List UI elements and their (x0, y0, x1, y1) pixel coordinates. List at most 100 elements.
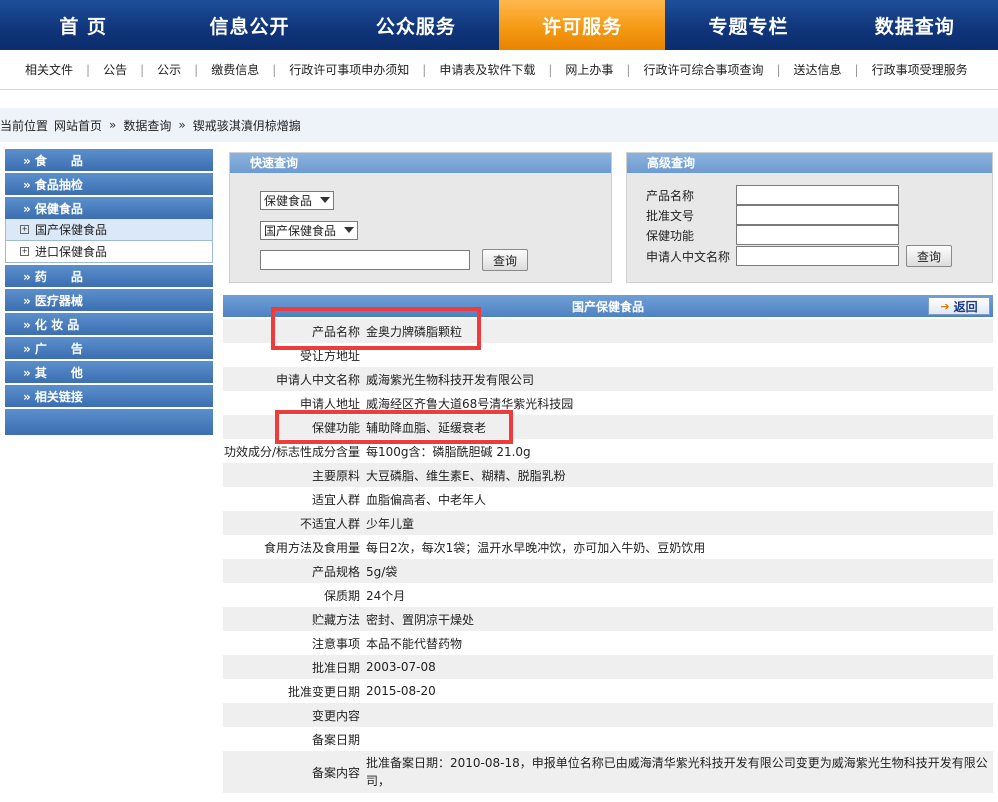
separator: | (272, 62, 277, 77)
field-label: 受让方地址 (299, 348, 360, 363)
separator: | (194, 62, 199, 77)
field-value: 血脂偏高者、中老年人 (366, 492, 487, 507)
separator: | (422, 62, 427, 77)
field-label: 变更内容 (311, 708, 360, 723)
detail-table: 产品名称 金奥力牌磷脂颗粒 受让方地址 申请人中文名称 威海紫光生物科技开发有限公司… (223, 319, 993, 793)
field-value: 批准备案日期：2010-08-18，申报单位名称已由威海清华紫光科技开发有限公司… (366, 756, 988, 788)
sidebar-item-cosmetics[interactable]: » 化 妆 品 (5, 313, 213, 335)
separator: | (86, 62, 91, 77)
applicant-name-input[interactable] (736, 246, 899, 266)
field-value: 每日2次，每次1袋；温开水早晚冲饮，亦可加入牛奶、豆奶饮用 (366, 540, 706, 555)
field-label: 贮藏方法 (311, 612, 360, 627)
health-function-input[interactable] (736, 225, 899, 245)
expand-box-icon: + (20, 247, 29, 256)
nav-data-query[interactable]: 数据查询 (832, 0, 998, 50)
arrow-right-icon: ➔ (940, 299, 950, 313)
sidebar-item-ads[interactable]: » 广 告 (5, 337, 213, 359)
chevron-down-icon (344, 227, 354, 233)
nav-license-service[interactable]: 许可服务 (498, 0, 666, 50)
field-value: 5g/袋 (366, 564, 398, 579)
subnav-announcement[interactable]: 公告 (103, 61, 127, 78)
advanced-query-title: 高级查询 (627, 153, 992, 173)
nav-public-service[interactable]: 公众服务 (333, 0, 499, 50)
category-select[interactable]: 保健食品 (260, 191, 334, 210)
nav-special-topics[interactable]: 专题专栏 (665, 0, 831, 50)
field-label: 申请人地址 (299, 396, 360, 411)
subnav-public-notice[interactable]: 公示 (157, 61, 181, 78)
approval-number-input[interactable] (736, 205, 899, 225)
field-value: 大豆磷脂、维生素E、糊精、脱脂乳粉 (366, 468, 566, 483)
table-row: 贮藏方法 密封、置阴凉干燥处 (223, 607, 993, 631)
subnav-related-docs[interactable]: 相关文件 (25, 61, 73, 78)
back-button-label: 返回 (953, 299, 978, 314)
separator: | (140, 62, 145, 77)
field-value: 每100g含：磷脂酰胆碱 21.0g (366, 444, 531, 459)
breadcrumb-separator: » (109, 118, 117, 132)
sidebar-item-health-food[interactable]: » 保健食品 (5, 197, 213, 219)
table-row: 备案日期 (223, 727, 993, 751)
advanced-query-button[interactable]: 查询 (906, 245, 952, 267)
table-row: 批准变更日期 2015-08-20 (223, 679, 993, 703)
field-value: 少年儿童 (366, 516, 415, 531)
detail-title: 国产保健食品 (571, 299, 644, 314)
separator: | (548, 62, 553, 77)
product-name-input[interactable] (736, 185, 899, 205)
subnav-forms-download[interactable]: 申请表及软件下载 (439, 61, 535, 78)
breadcrumb-data-query[interactable]: 数据查询 (123, 117, 171, 134)
subnav-delivery-info[interactable]: 送达信息 (794, 61, 842, 78)
table-row: 注意事项 本品不能代替药物 (223, 631, 993, 655)
field-label: 备案内容 (311, 765, 360, 780)
subnav-acceptance-service[interactable]: 行政事项受理服务 (872, 61, 968, 78)
table-row: 功效成分/标志性成分含量 每100g含：磷脂酰胆碱 21.0g (223, 439, 993, 463)
field-value: 金奥力牌磷脂颗粒 (366, 324, 463, 339)
subcategory-select[interactable]: 国产保健食品 (260, 221, 358, 240)
nav-info-disclosure[interactable]: 信息公开 (166, 0, 332, 50)
field-value: 24个月 (366, 588, 406, 603)
table-row: 主要原料 大豆磷脂、维生素E、糊精、脱脂乳粉 (223, 463, 993, 487)
field-value: 威海紫光生物科技开发有限公司 (366, 372, 535, 387)
sidebar-item-medical-devices[interactable]: » 医疗器械 (5, 289, 213, 311)
subnav-license-guide[interactable]: 行政许可事项申办须知 (289, 61, 409, 78)
field-value: 2015-08-20 (366, 684, 436, 698)
field-label: 不适宜人群 (299, 516, 360, 531)
field-label: 产品名称 (311, 324, 360, 339)
breadcrumb-separator: » (178, 118, 186, 132)
separator: | (854, 62, 859, 77)
table-row: 批准日期 2003-07-08 (223, 655, 993, 679)
field-label: 备案日期 (311, 732, 360, 747)
field-value (363, 343, 993, 367)
sidebar-subitem-imported-health-food[interactable]: + 进口保健食品 (5, 241, 213, 263)
sidebar-item-other[interactable]: » 其 他 (5, 361, 213, 383)
breadcrumb-home[interactable]: 网站首页 (54, 117, 102, 134)
subnav-license-query[interactable]: 行政许可综合事项查询 (643, 61, 763, 78)
field-label: 功效成分/标志性成分含量 (223, 444, 360, 459)
breadcrumb: 当前位置 网站首页 » 数据查询 » 锲戒骇淇濆仴椋熷搧 (0, 108, 998, 142)
table-row: 产品规格 5g/袋 (223, 559, 993, 583)
expand-box-icon: + (20, 225, 29, 234)
field-label: 产品规格 (311, 564, 360, 579)
table-row: 食用方法及食用量 每日2次，每次1袋；温开水早晚冲饮，亦可加入牛奶、豆奶饮用 (223, 535, 993, 559)
nav-home[interactable]: 首 页 (0, 0, 166, 50)
top-nav: 首 页 信息公开 公众服务 许可服务 专题专栏 数据查询 (0, 0, 998, 50)
sidebar: » 食 品 » 食品抽检 » 保健食品 + 国产保健食品 + 进口保健食品 » … (5, 149, 213, 435)
table-row: 受让方地址 (223, 343, 993, 367)
sidebar-subitem-label: 进口保健食品 (35, 245, 108, 259)
separator: | (776, 62, 781, 77)
table-row: 不适宜人群 少年儿童 (223, 511, 993, 535)
sidebar-item-related-links[interactable]: » 相关链接 (5, 385, 213, 407)
field-value (363, 727, 993, 751)
back-button[interactable]: ➔ 返回 (928, 297, 990, 315)
field-value: 威海经区齐鲁大道68号清华紫光科技园 (366, 396, 574, 411)
sidebar-item-drugs[interactable]: » 药 品 (5, 265, 213, 287)
field-label: 保质期 (323, 588, 360, 603)
sidebar-subitem-domestic-health-food[interactable]: + 国产保健食品 (5, 219, 213, 241)
quick-search-input[interactable] (260, 250, 470, 270)
subnav-online-service[interactable]: 网上办事 (565, 61, 613, 78)
sidebar-item-food-sampling[interactable]: » 食品抽检 (5, 173, 213, 195)
health-function-label: 保健功能 (646, 229, 695, 243)
quick-query-button[interactable]: 查询 (482, 249, 528, 271)
breadcrumb-prefix: 当前位置 (0, 118, 49, 133)
field-value: 2003-07-08 (366, 660, 436, 674)
sidebar-item-food[interactable]: » 食 品 (5, 149, 213, 171)
subnav-fee-info[interactable]: 缴费信息 (211, 61, 259, 78)
